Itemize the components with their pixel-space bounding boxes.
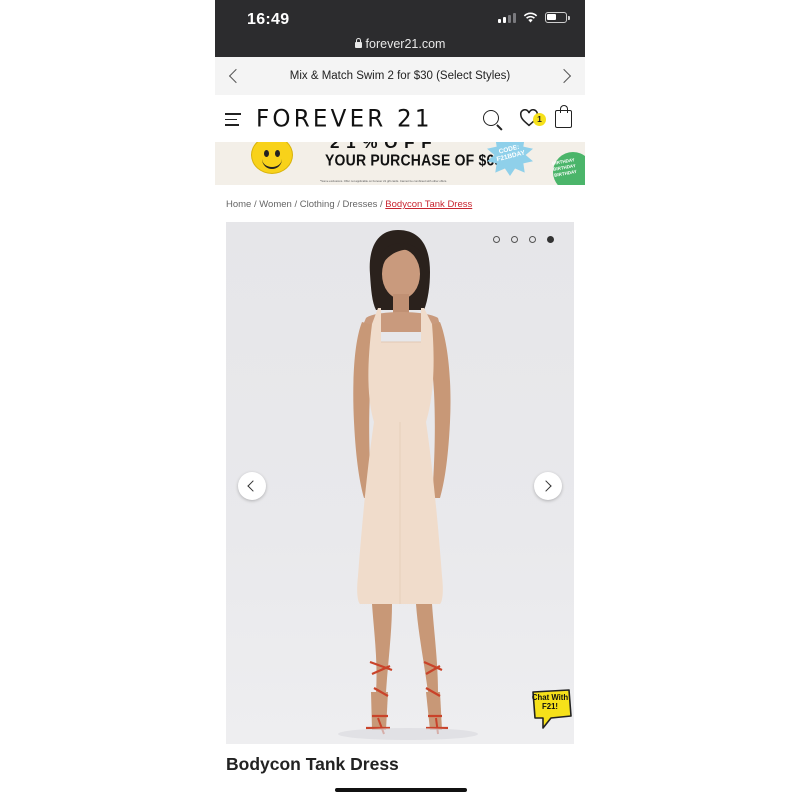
gallery-dot[interactable] [511, 236, 518, 243]
breadcrumb-current[interactable]: Bodycon Tank Dress [385, 199, 472, 210]
breadcrumb-separator: / [337, 199, 340, 210]
chevron-right-icon [540, 480, 552, 492]
signal-icon [498, 12, 516, 23]
gallery-pagination [493, 236, 554, 243]
wifi-icon [523, 12, 538, 23]
shopping-bag-icon[interactable] [555, 105, 572, 128]
promo-banner[interactable]: 2 1 % O F F YOUR PURCHASE OF $65 *Some e… [215, 142, 585, 185]
product-image-gallery[interactable]: Chat With F21! [226, 222, 574, 744]
breadcrumb-home[interactable]: Home [226, 199, 251, 210]
home-indicator[interactable] [335, 788, 467, 792]
gallery-dot-active[interactable] [547, 236, 554, 243]
wishlist-button[interactable]: 1 [519, 109, 546, 129]
breadcrumb-dresses[interactable]: Dresses [343, 199, 378, 210]
lock-icon [354, 38, 362, 48]
chevron-left-icon[interactable] [228, 68, 244, 84]
chat-label-line1: Chat With [531, 693, 569, 702]
promo-text[interactable]: Mix & Match Swim 2 for $30 (Select Style… [290, 70, 510, 82]
breadcrumb-clothing[interactable]: Clothing [300, 199, 335, 210]
battery-icon [545, 12, 570, 23]
wishlist-count-badge: 1 [533, 113, 546, 126]
browser-chrome: 16:49 forever21.com [215, 0, 585, 57]
breadcrumb: Home / Women / Clothing / Dresses / Body… [226, 199, 472, 210]
site-header: FOREVER 21 1 [215, 95, 585, 142]
chevron-left-icon [247, 480, 259, 492]
smiley-icon [251, 142, 293, 174]
gallery-next-button[interactable] [534, 472, 562, 500]
status-time: 16:49 [247, 11, 290, 28]
gallery-prev-button[interactable] [238, 472, 266, 500]
gallery-dot[interactable] [493, 236, 500, 243]
promo-carousel: Mix & Match Swim 2 for $30 (Select Style… [215, 57, 585, 95]
breadcrumb-separator: / [380, 199, 383, 210]
url-text: forever21.com [365, 37, 446, 51]
product-title: Bodycon Tank Dress [226, 754, 399, 774]
status-icons [498, 12, 570, 23]
product-photo [338, 230, 478, 740]
breadcrumb-women[interactable]: Women [259, 199, 292, 210]
gallery-dot[interactable] [529, 236, 536, 243]
mobile-screen: 16:49 forever21.com Mix & Match Swim 2 f… [215, 0, 585, 800]
breadcrumb-separator: / [253, 199, 257, 210]
banner-main-text: YOUR PURCHASE OF $65 [325, 151, 503, 169]
search-icon[interactable] [483, 110, 499, 126]
chat-label-line2: F21! [541, 702, 559, 711]
chevron-right-icon[interactable] [556, 68, 572, 84]
chat-label: Chat With F21! [528, 693, 572, 711]
banner-fine-print: *Some exclusions. Offer not applicable o… [320, 179, 448, 183]
menu-icon[interactable] [225, 113, 241, 130]
url-bar[interactable]: forever21.com [215, 37, 585, 51]
site-logo[interactable]: FOREVER 21 [256, 105, 433, 132]
breadcrumb-separator: / [294, 199, 298, 210]
